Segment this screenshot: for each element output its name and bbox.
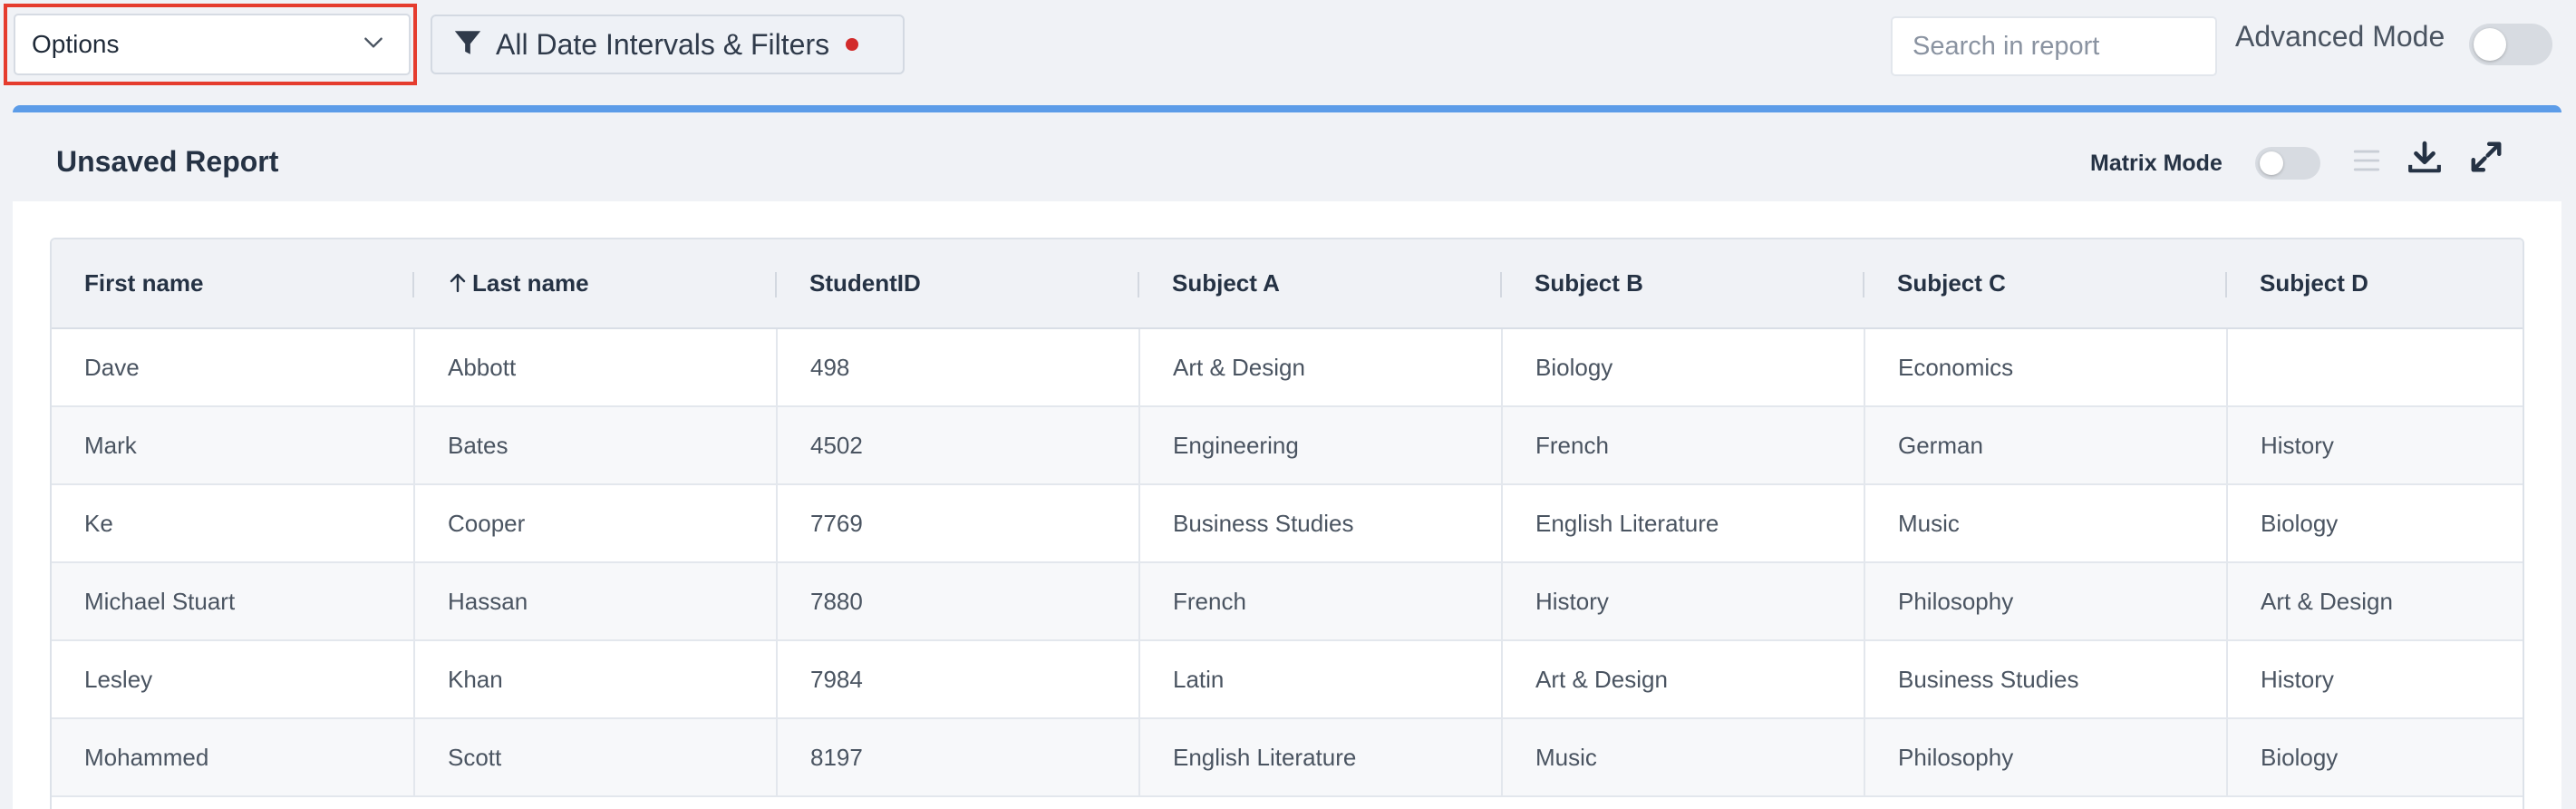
table-cell: Biology bbox=[2227, 718, 2523, 797]
table-cell: Lesley bbox=[52, 640, 415, 719]
search-in-report-input[interactable] bbox=[1891, 16, 2217, 76]
column-header-subject-a[interactable]: Subject A bbox=[1139, 239, 1502, 329]
table-cell: Michael Stuart bbox=[52, 562, 415, 641]
table-cell: Art & Design bbox=[1139, 328, 1503, 407]
table-cell: Economics bbox=[1864, 328, 2228, 407]
table-cell: 8197 bbox=[777, 718, 1140, 797]
table-cell: Art & Design bbox=[2227, 562, 2523, 641]
table-cell: Latin bbox=[1139, 640, 1503, 719]
chevron-down-icon bbox=[362, 31, 385, 59]
table-row: Mohammed Scott 8197 English Literature M… bbox=[52, 718, 2523, 797]
table-row: Ke Cooper 7769 Business Studies English … bbox=[52, 484, 2523, 563]
column-header-student-id[interactable]: StudentID bbox=[777, 239, 1139, 329]
table-row: Lesley Khan 7984 Latin Art & Design Busi… bbox=[52, 640, 2523, 719]
table-cell: Philosophy bbox=[1864, 562, 2228, 641]
filter-icon bbox=[452, 27, 496, 63]
table-cell: 4502 bbox=[777, 406, 1140, 485]
table-cell: Business Studies bbox=[1139, 484, 1503, 563]
table-cell: Ke bbox=[52, 484, 415, 563]
options-dropdown-label: Options bbox=[32, 30, 120, 58]
table-cell: Biology bbox=[1502, 328, 1865, 407]
report-title: Unsaved Report bbox=[56, 145, 279, 178]
column-header-subject-d[interactable]: Subject D bbox=[2227, 239, 2523, 329]
table-cell: Hassan bbox=[414, 562, 778, 641]
table-cell: Music bbox=[1502, 718, 1865, 797]
table-cell: Art & Design bbox=[1502, 640, 1865, 719]
column-header-first-name[interactable]: First name bbox=[52, 239, 414, 329]
advanced-mode-toggle-knob bbox=[2474, 28, 2506, 61]
table-cell: French bbox=[1502, 406, 1865, 485]
table-cell: Biology bbox=[2227, 484, 2523, 563]
table-cell: German bbox=[1864, 406, 2228, 485]
table-row: Mark Bates 4502 Engineering French Germa… bbox=[52, 406, 2523, 485]
date-intervals-filters-button[interactable]: All Date Intervals & Filters bbox=[431, 15, 905, 74]
table-cell: 7769 bbox=[777, 484, 1140, 563]
table-cell: Engineering bbox=[1139, 406, 1503, 485]
table-row: Dave Abbott 498 Art & Design Biology Eco… bbox=[52, 328, 2523, 407]
table-cell: Music bbox=[1864, 484, 2228, 563]
table-cell: French bbox=[1139, 562, 1503, 641]
table-cell: 7880 bbox=[777, 562, 1140, 641]
column-header-last-name[interactable]: Last name bbox=[414, 239, 777, 329]
column-header-subject-c[interactable]: Subject C bbox=[1864, 239, 2227, 329]
expand-icon[interactable] bbox=[2469, 140, 2503, 174]
matrix-mode-toggle-knob bbox=[2260, 151, 2283, 175]
sort-ascending-icon bbox=[447, 272, 469, 294]
table-cell: English Literature bbox=[1502, 484, 1865, 563]
table-cell: Cooper bbox=[414, 484, 778, 563]
active-filter-dot bbox=[846, 38, 859, 51]
report-panel: Unsaved Report Matrix Mode First name La… bbox=[13, 105, 2561, 809]
report-table-container: First name Last name StudentID Subject A… bbox=[50, 238, 2524, 809]
matrix-mode-label: Matrix Mode bbox=[2090, 151, 2223, 176]
table-cell: Business Studies bbox=[1864, 640, 2228, 719]
advanced-mode-label: Advanced Mode bbox=[2235, 20, 2445, 53]
download-icon[interactable] bbox=[2407, 140, 2442, 176]
column-header-subject-b[interactable]: Subject B bbox=[1502, 239, 1864, 329]
table-cell: English Literature bbox=[1139, 718, 1503, 797]
filters-button-label: All Date Intervals & Filters bbox=[496, 27, 830, 61]
table-cell: Mark bbox=[52, 406, 415, 485]
table-cell bbox=[2227, 328, 2523, 407]
advanced-mode-toggle[interactable] bbox=[2469, 24, 2552, 65]
table-cell: Khan bbox=[414, 640, 778, 719]
table-cell: History bbox=[2227, 640, 2523, 719]
table-cell: Mohammed bbox=[52, 718, 415, 797]
table-cell: Dave bbox=[52, 328, 415, 407]
table-cell: Bates bbox=[414, 406, 778, 485]
options-dropdown[interactable]: Options bbox=[14, 14, 411, 75]
table-cell: Scott bbox=[414, 718, 778, 797]
table-row: Michael Stuart Hassan 7880 French Histor… bbox=[52, 562, 2523, 641]
table-cell: Abbott bbox=[414, 328, 778, 407]
table-cell: History bbox=[2227, 406, 2523, 485]
matrix-mode-toggle[interactable] bbox=[2255, 147, 2320, 180]
report-header: Unsaved Report Matrix Mode bbox=[13, 112, 2561, 201]
top-toolbar: Options All Date Intervals & Filters Adv… bbox=[0, 0, 2576, 98]
report-table: First name Last name StudentID Subject A… bbox=[52, 239, 2523, 797]
table-cell: Philosophy bbox=[1864, 718, 2228, 797]
table-cell: History bbox=[1502, 562, 1865, 641]
list-icon[interactable] bbox=[2351, 145, 2382, 176]
table-cell: 7984 bbox=[777, 640, 1140, 719]
table-cell: 498 bbox=[777, 328, 1140, 407]
table-header-row: First name Last name StudentID Subject A… bbox=[52, 239, 2523, 329]
